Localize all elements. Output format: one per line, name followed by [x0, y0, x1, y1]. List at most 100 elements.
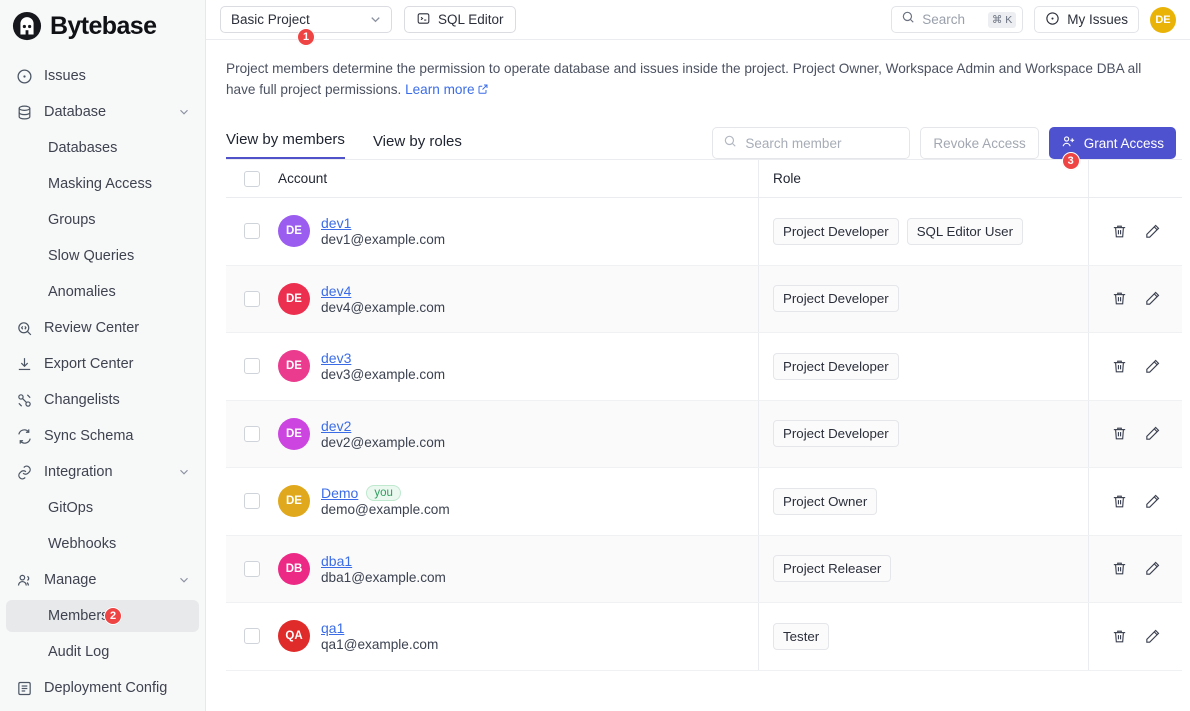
avatar: QA: [278, 620, 310, 652]
table-row: DEdev3dev3@example.comProject Developer: [226, 333, 1182, 401]
sidebar-item-label: Slow Queries: [48, 248, 134, 264]
pencil-icon[interactable]: [1144, 560, 1161, 577]
sidebar-item-gitops[interactable]: GitOps: [6, 492, 199, 524]
account-name-link[interactable]: dev3: [321, 350, 351, 366]
sidebar-item-database[interactable]: Database: [6, 96, 199, 128]
account-email: dev4@example.com: [321, 300, 445, 315]
pencil-icon[interactable]: [1144, 628, 1161, 645]
global-search-input[interactable]: Search ⌘ K: [891, 6, 1023, 33]
search-icon: [901, 10, 915, 29]
my-issues-button[interactable]: My Issues: [1034, 6, 1139, 33]
account-name-row: dba1: [321, 553, 446, 569]
sidebar-item-audit-log[interactable]: Audit Log: [6, 636, 199, 668]
column-header-account: Account: [278, 171, 758, 186]
account-cell: DE dev4dev4@example.com: [278, 266, 758, 333]
grant-access-button[interactable]: Grant Access 3: [1049, 127, 1176, 159]
revoke-access-button[interactable]: Revoke Access: [920, 127, 1038, 159]
account-info: DEdev1dev1@example.com: [278, 215, 445, 247]
sidebar-item-label: Manage: [44, 572, 96, 588]
brand[interactable]: Bytebase: [6, 0, 199, 52]
trash-icon[interactable]: [1111, 493, 1128, 510]
sidebar-item-sync-schema[interactable]: Sync Schema: [6, 420, 199, 452]
sidebar-nav: Issues Database Databases Masking Access…: [6, 58, 199, 711]
account-text: dba1dba1@example.com: [321, 553, 446, 585]
pencil-icon[interactable]: [1144, 425, 1161, 442]
sidebar-item-issues[interactable]: Issues: [6, 60, 199, 92]
trash-icon[interactable]: [1111, 560, 1128, 577]
trash-icon[interactable]: [1111, 290, 1128, 307]
row-checkbox[interactable]: [244, 358, 260, 374]
grant-access-label: Grant Access: [1084, 136, 1164, 151]
pencil-icon[interactable]: [1144, 290, 1161, 307]
you-badge: you: [366, 485, 401, 501]
trash-icon[interactable]: [1111, 358, 1128, 375]
sidebar-item-anomalies[interactable]: Anomalies: [6, 276, 199, 308]
account-name-link[interactable]: qa1: [321, 620, 344, 636]
sidebar-item-slow-queries[interactable]: Slow Queries: [6, 240, 199, 272]
row-checkbox[interactable]: [244, 223, 260, 239]
database-icon: [14, 102, 34, 122]
account-name-link[interactable]: dev4: [321, 283, 351, 299]
row-checkbox[interactable]: [244, 628, 260, 644]
sidebar-item-label: Databases: [48, 140, 117, 156]
sidebar-item-export-center[interactable]: Export Center: [6, 348, 199, 380]
avatar: DE: [278, 283, 310, 315]
pencil-icon[interactable]: [1144, 358, 1161, 375]
sidebar-item-label: Sync Schema: [44, 428, 133, 444]
sidebar-item-changelists[interactable]: Changelists: [6, 384, 199, 416]
row-checkbox[interactable]: [244, 291, 260, 307]
sidebar-item-webhooks[interactable]: Webhooks: [6, 528, 199, 560]
role-badge: Project Releaser: [773, 555, 891, 582]
account-text: dev1dev1@example.com: [321, 215, 445, 247]
row-actions-cell: [1088, 266, 1182, 333]
sidebar-item-manage[interactable]: Manage: [6, 564, 199, 596]
sidebar-item-review-center[interactable]: Review Center: [6, 312, 199, 344]
topbar: Basic Project 1 SQL Editor: [206, 0, 1190, 40]
sync-schema-icon: [14, 426, 34, 446]
account-info: DBdba1dba1@example.com: [278, 553, 446, 585]
project-selector[interactable]: Basic Project 1: [220, 6, 392, 33]
sql-editor-button[interactable]: SQL Editor: [404, 6, 516, 33]
account-email: qa1@example.com: [321, 637, 438, 652]
table-header: Account Role: [226, 160, 1182, 198]
column-header-role: Role: [758, 160, 1088, 197]
avatar[interactable]: DE: [1150, 7, 1176, 33]
sidebar-item-groups[interactable]: Groups: [6, 204, 199, 236]
global-search-placeholder: Search: [922, 12, 965, 27]
account-name-link[interactable]: Demo: [321, 485, 358, 501]
account-text: dev3dev3@example.com: [321, 350, 445, 382]
sidebar-item-members[interactable]: Members 2: [6, 600, 199, 632]
trash-icon[interactable]: [1111, 628, 1128, 645]
sidebar-item-integration[interactable]: Integration: [6, 456, 199, 488]
search-member-input[interactable]: Search member: [712, 127, 910, 159]
account-text: Demoyoudemo@example.com: [321, 485, 450, 517]
account-text: dev2dev2@example.com: [321, 418, 445, 450]
table-row: DEDemoyoudemo@example.comProject Owner: [226, 468, 1182, 536]
row-checkbox[interactable]: [244, 426, 260, 442]
external-link-icon: [477, 80, 489, 101]
learn-more-link[interactable]: Learn more: [405, 82, 475, 97]
account-name-link[interactable]: dev2: [321, 418, 351, 434]
pencil-icon[interactable]: [1144, 493, 1161, 510]
sidebar-item-masking-access[interactable]: Masking Access: [6, 168, 199, 200]
content: Project members determine the permission…: [206, 40, 1190, 711]
trash-icon[interactable]: [1111, 223, 1128, 240]
pencil-icon[interactable]: [1144, 223, 1161, 240]
select-all-checkbox[interactable]: [244, 171, 260, 187]
sidebar-item-deployment-config[interactable]: Deployment Config: [6, 672, 199, 704]
table-body: DEdev1dev1@example.comProject DeveloperS…: [226, 198, 1182, 671]
trash-icon[interactable]: [1111, 425, 1128, 442]
row-checkbox[interactable]: [244, 561, 260, 577]
sidebar-item-databases[interactable]: Databases: [6, 132, 199, 164]
account-email: dba1@example.com: [321, 570, 446, 585]
tab-view-by-members[interactable]: View by members: [226, 131, 345, 159]
account-text: dev4dev4@example.com: [321, 283, 445, 315]
sidebar-item-label: Deployment Config: [44, 680, 167, 696]
tab-view-by-roles[interactable]: View by roles: [373, 133, 462, 159]
account-email: dev1@example.com: [321, 232, 445, 247]
account-cell: DEdev3dev3@example.com: [278, 333, 758, 400]
row-checkbox[interactable]: [244, 493, 260, 509]
account-name-link[interactable]: dba1: [321, 553, 352, 569]
account-name-link[interactable]: dev1: [321, 215, 351, 231]
role-badge: Project Developer: [773, 218, 899, 245]
